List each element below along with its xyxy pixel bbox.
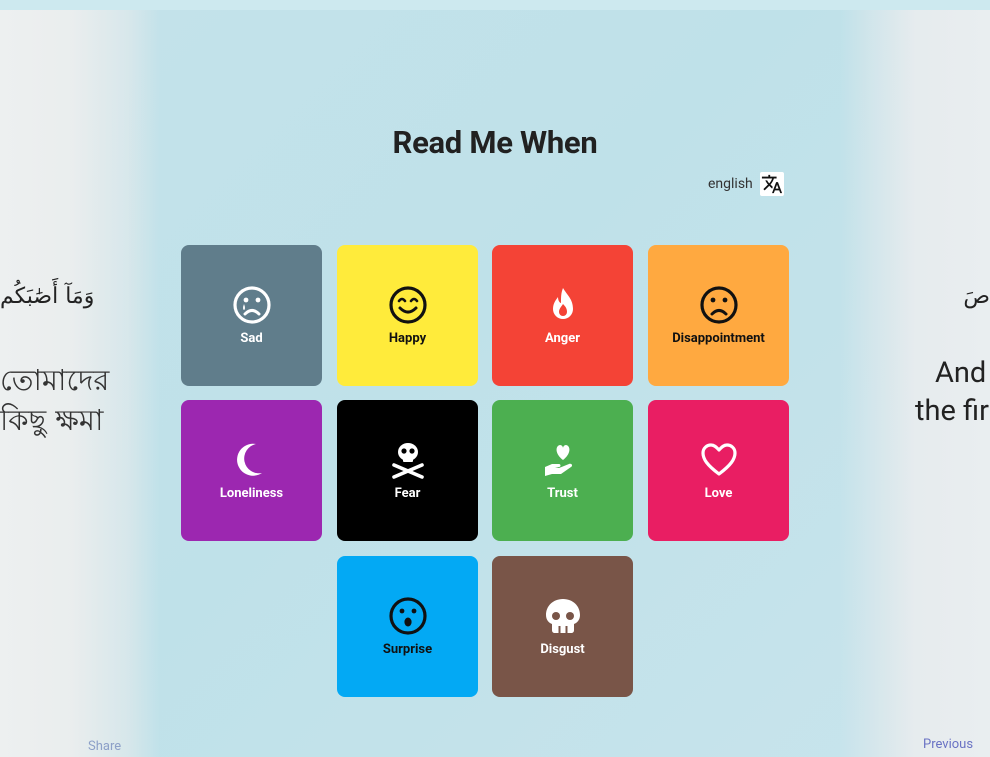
emotion-label: Surprise — [382, 642, 433, 657]
moon-icon — [232, 440, 272, 480]
frowning-face-icon — [699, 285, 739, 325]
emotion-tile-happy[interactable]: Happy — [337, 245, 478, 386]
emotion-label: Love — [704, 486, 733, 501]
emotion-tile-sad[interactable]: Sad — [181, 245, 322, 386]
emotion-label: Sad — [240, 331, 263, 346]
surprised-face-icon — [388, 596, 428, 636]
language-selector[interactable]: english — [708, 172, 784, 196]
heart-outline-icon — [699, 440, 739, 480]
emotion-label: Disappointment — [672, 331, 765, 346]
previous-link[interactable]: Previous — [923, 737, 973, 752]
smiling-face-icon — [388, 285, 428, 325]
fire-icon — [543, 285, 583, 325]
emotion-label: Loneliness — [219, 486, 284, 501]
skull-crossbones-icon — [388, 440, 428, 480]
right-arabic-verse: صَ — [963, 284, 990, 309]
emotion-tile-trust[interactable]: Trust — [492, 400, 633, 541]
crying-face-icon — [232, 285, 272, 325]
emotion-label: Fear — [394, 486, 421, 501]
emotion-tile-fear[interactable]: Fear — [337, 400, 478, 541]
emotion-tile-anger[interactable]: Anger — [492, 245, 633, 386]
share-link[interactable]: Share — [88, 739, 121, 754]
emotion-label: Disgust — [540, 642, 585, 657]
hand-holding-heart-icon — [543, 440, 583, 480]
skull-icon — [543, 596, 583, 636]
page-title: Read Me When — [392, 124, 598, 161]
emotion-tile-disgust[interactable]: Disgust — [492, 556, 633, 697]
emotion-tile-surprise[interactable]: Surprise — [337, 556, 478, 697]
emotion-tile-disappointment[interactable]: Disappointment — [648, 245, 789, 386]
language-label: english — [708, 176, 753, 192]
right-english-line-2: the fir — [915, 394, 989, 428]
emotion-label: Anger — [544, 331, 581, 346]
translate-icon[interactable] — [759, 172, 784, 196]
emotion-label: Trust — [547, 486, 578, 501]
right-english-line-1: And — [935, 356, 987, 390]
emotion-tile-loneliness[interactable]: Loneliness — [181, 400, 322, 541]
left-arabic-verse: وَمَآ أَصَٰبَكُم — [0, 284, 95, 309]
emotion-label: Happy — [388, 331, 427, 346]
emotion-tile-love[interactable]: Love — [648, 400, 789, 541]
left-bengali-line-2: কিছু ক্ষমা — [0, 403, 104, 437]
